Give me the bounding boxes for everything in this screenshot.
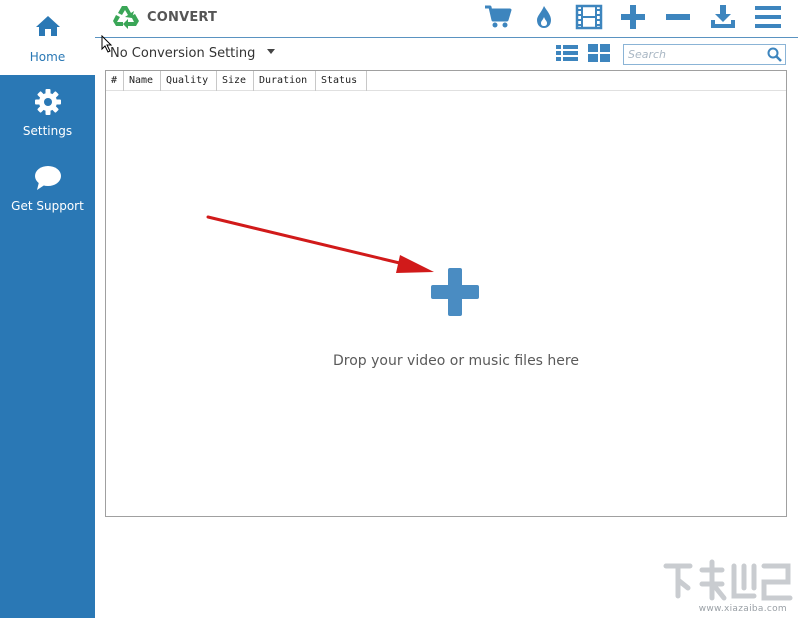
- watermark-text: www.xiazaiba.com: [698, 604, 787, 614]
- search-box: [623, 44, 786, 65]
- sidebar-item-home[interactable]: Home: [0, 0, 95, 75]
- minus-icon: [666, 14, 690, 20]
- sidebar-item-get-support[interactable]: Get Support: [0, 165, 95, 240]
- list-view-icon: [556, 45, 578, 61]
- chevron-down-icon: [267, 49, 276, 54]
- file-drop-zone[interactable]: Drop your video or music files here: [106, 91, 786, 516]
- home-icon: [35, 16, 60, 36]
- column-header-name[interactable]: Name: [124, 71, 161, 91]
- conversion-setting-value: No Conversion Setting: [110, 46, 256, 61]
- video-button[interactable]: [574, 4, 604, 32]
- recycle-icon: [113, 6, 139, 29]
- file-list-panel: # Name Quality Size Duration Status Drop…: [105, 70, 787, 517]
- search-input[interactable]: [628, 46, 766, 63]
- grid-view-icon: [588, 44, 610, 62]
- watermark-logo-icon: [663, 559, 793, 601]
- remove-button[interactable]: [663, 4, 693, 32]
- annotation-arrow-icon: [206, 215, 434, 273]
- cart-button[interactable]: [483, 4, 513, 32]
- burn-button[interactable]: [529, 4, 559, 32]
- menu-icon: [755, 6, 781, 28]
- table-header: # Name Quality Size Duration Status: [106, 71, 786, 91]
- add-button[interactable]: [618, 4, 648, 32]
- column-header-quality[interactable]: Quality: [161, 71, 217, 91]
- conversion-setting-dropdown[interactable]: No Conversion Setting: [110, 46, 276, 64]
- column-header-size[interactable]: Size: [217, 71, 254, 91]
- watermark: www.xiazaiba.com: [660, 558, 795, 616]
- chat-bubble-icon: [34, 166, 61, 190]
- cart-icon: [485, 5, 512, 28]
- search-icon[interactable]: [767, 47, 782, 62]
- top-bar: CONVERT: [95, 0, 798, 38]
- column-header-status[interactable]: Status: [316, 71, 367, 91]
- sidebar-item-label: Home: [29, 50, 66, 64]
- drop-files-message: Drop your video or music files here: [333, 353, 579, 369]
- film-icon: [575, 4, 603, 30]
- gear-icon: [34, 89, 61, 115]
- sidebar: Home Settings Get Support: [0, 0, 95, 618]
- menu-button[interactable]: [753, 4, 783, 32]
- sidebar-item-settings[interactable]: Settings: [0, 88, 95, 163]
- sidebar-item-label: Get Support: [11, 199, 84, 213]
- column-header-index[interactable]: #: [106, 71, 124, 91]
- download-button[interactable]: [708, 4, 738, 32]
- flame-icon: [537, 6, 551, 28]
- sidebar-item-label: Settings: [22, 124, 73, 138]
- download-icon: [711, 5, 735, 28]
- plus-icon: [621, 5, 645, 29]
- list-view-button[interactable]: [556, 44, 578, 62]
- grid-view-button[interactable]: [588, 44, 610, 62]
- app-title: CONVERT: [147, 10, 218, 25]
- column-header-duration[interactable]: Duration: [254, 71, 316, 91]
